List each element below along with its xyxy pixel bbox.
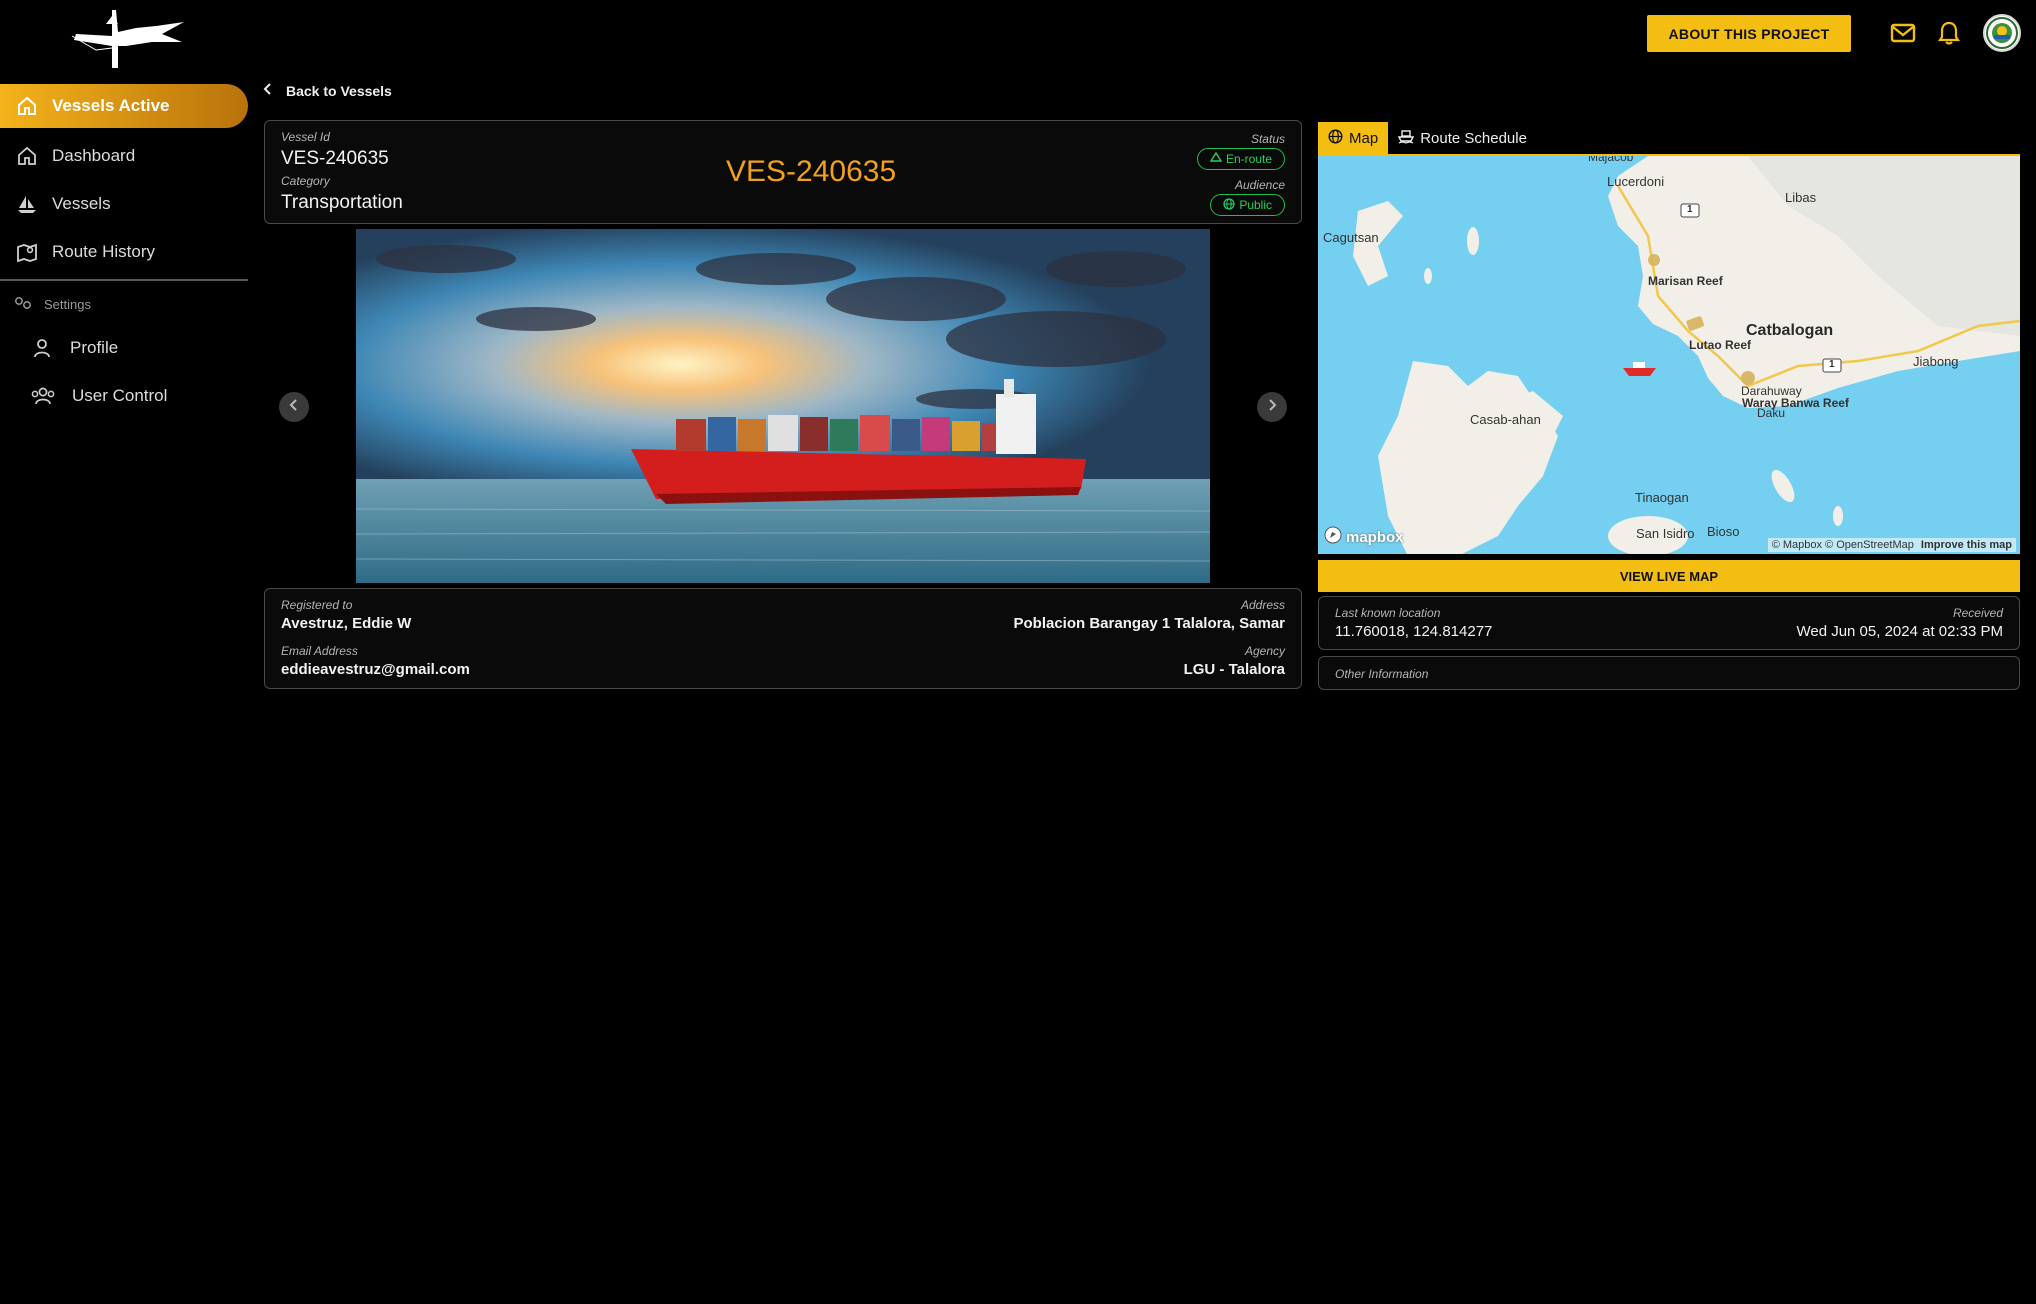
audience-badge: Public	[1210, 194, 1285, 216]
vessel-photo	[356, 229, 1210, 583]
avatar[interactable]	[1983, 14, 2021, 52]
mapbox-icon	[1324, 526, 1342, 548]
sailboat-icon	[16, 193, 38, 215]
last-location-label: Last known location	[1335, 606, 1441, 620]
settings-section-label: Settings	[14, 296, 91, 313]
agency-label: Agency	[1244, 644, 1285, 658]
other-information-card[interactable]: Other Information	[1318, 656, 2020, 690]
mail-icon[interactable]	[1888, 18, 1918, 48]
map-label: San Isidro	[1636, 526, 1695, 541]
map-tabs: Map Route Schedule	[1318, 122, 2020, 154]
other-information-label: Other Information	[1335, 667, 1429, 681]
vessel-title: VES-240635	[726, 155, 897, 188]
users-icon	[30, 385, 56, 407]
map-label: Marisan Reef	[1648, 274, 1723, 288]
sailboat-icon	[1209, 151, 1223, 166]
bell-icon[interactable]	[1934, 18, 1964, 48]
status-badge: En-route	[1196, 148, 1285, 170]
sidebar-item-label: Route History	[52, 242, 155, 261]
registered-value: Avestruz, Eddie W	[281, 615, 412, 632]
address-label: Address	[1240, 598, 1285, 612]
carousel-prev-button[interactable]	[279, 392, 309, 422]
carousel-next-button[interactable]	[1257, 392, 1287, 422]
map-label: Lucerdoni	[1607, 174, 1665, 189]
map-icon	[16, 241, 38, 263]
status-label: Status	[1250, 132, 1285, 146]
settings-icon	[14, 296, 34, 313]
globe-icon	[1223, 197, 1235, 213]
sidebar-item-dashboard[interactable]: Dashboard	[0, 134, 248, 178]
about-project-button[interactable]: ABOUT THIS PROJECT	[1647, 15, 1851, 52]
sidebar-item-vessels-active[interactable]: Vessels Active	[0, 84, 248, 128]
sidebar-item-label: User Control	[72, 386, 168, 405]
tab-map[interactable]: Map	[1318, 122, 1389, 154]
chevron-left-icon	[289, 398, 299, 417]
sidebar-item-route-history[interactable]: Route History	[0, 230, 248, 274]
globe-icon	[1328, 128, 1343, 148]
ferry-icon	[1398, 129, 1415, 148]
road-shield: 1	[1687, 204, 1693, 215]
map-label: Casab-ahan	[1470, 412, 1541, 427]
mapbox-logo[interactable]: mapbox	[1324, 526, 1404, 548]
sidebar-item-label: Dashboard	[52, 146, 136, 165]
sidebar-divider	[0, 279, 248, 281]
sidebar-item-user-control[interactable]: User Control	[30, 378, 167, 414]
user-icon	[30, 337, 54, 359]
map-attribution[interactable]: © Mapbox © OpenStreetMap Improve this ma…	[1767, 538, 2016, 552]
owner-info-card: Registered to Avestruz, Eddie W Email Ad…	[264, 588, 1302, 689]
location-card: Last known location 11.760018, 124.81427…	[1318, 596, 2020, 650]
audience-label: Audience	[1234, 178, 1285, 192]
category-label: Category	[281, 174, 330, 188]
map-label: Jiabong	[1913, 354, 1959, 369]
vessel-map[interactable]: Majacob Lucerdoni Libas Cagutsan Marisan…	[1318, 154, 2020, 554]
tab-route-schedule[interactable]: Route Schedule	[1388, 122, 1537, 154]
map-label: Daku	[1757, 406, 1786, 420]
map-label: Lutao Reef	[1689, 338, 1752, 352]
map-label: Tinaogan	[1635, 490, 1689, 505]
map-label: Libas	[1785, 190, 1817, 205]
back-to-vessels-link[interactable]: Back to Vessels	[262, 82, 392, 99]
map-label: Catbalogan	[1746, 322, 1834, 339]
app-logo	[66, 6, 190, 72]
sidebar-item-label: Vessels Active	[52, 96, 170, 115]
view-live-map-button[interactable]: VIEW LIVE MAP	[1318, 560, 2020, 592]
chevron-right-icon	[1267, 398, 1277, 417]
received-label: Received	[1952, 606, 2003, 620]
last-location-value: 11.760018, 124.814277	[1335, 623, 1493, 640]
sidebar-item-vessels[interactable]: Vessels	[0, 182, 248, 226]
address-value: Poblacion Barangay 1 Talalora, Samar	[1013, 615, 1286, 632]
map-label: Cagutsan	[1323, 230, 1379, 245]
email-label: Email Address	[281, 644, 358, 658]
home-icon	[16, 145, 38, 167]
sidebar-item-profile[interactable]: Profile	[30, 330, 118, 366]
sidebar-item-label: Vessels	[52, 194, 111, 213]
category-value: Transportation	[281, 192, 403, 213]
email-value: eddieavestruz@gmail.com	[281, 661, 470, 678]
home-icon	[16, 95, 38, 117]
map-label: Bioso	[1707, 524, 1740, 539]
sidebar-item-label: Profile	[70, 338, 119, 357]
agency-value: LGU - Talalora	[1183, 661, 1285, 678]
vessel-id-label: Vessel Id	[281, 130, 330, 144]
vessel-id-value: VES-240635	[281, 148, 389, 169]
map-label: Majacob	[1588, 154, 1634, 164]
received-value: Wed Jun 05, 2024 at 02:33 PM	[1796, 623, 2003, 640]
chevron-left-icon	[262, 82, 272, 99]
registered-label: Registered to	[281, 598, 353, 612]
road-shield: 1	[1829, 359, 1835, 370]
improve-map-link[interactable]: Improve this map	[1921, 539, 2012, 551]
